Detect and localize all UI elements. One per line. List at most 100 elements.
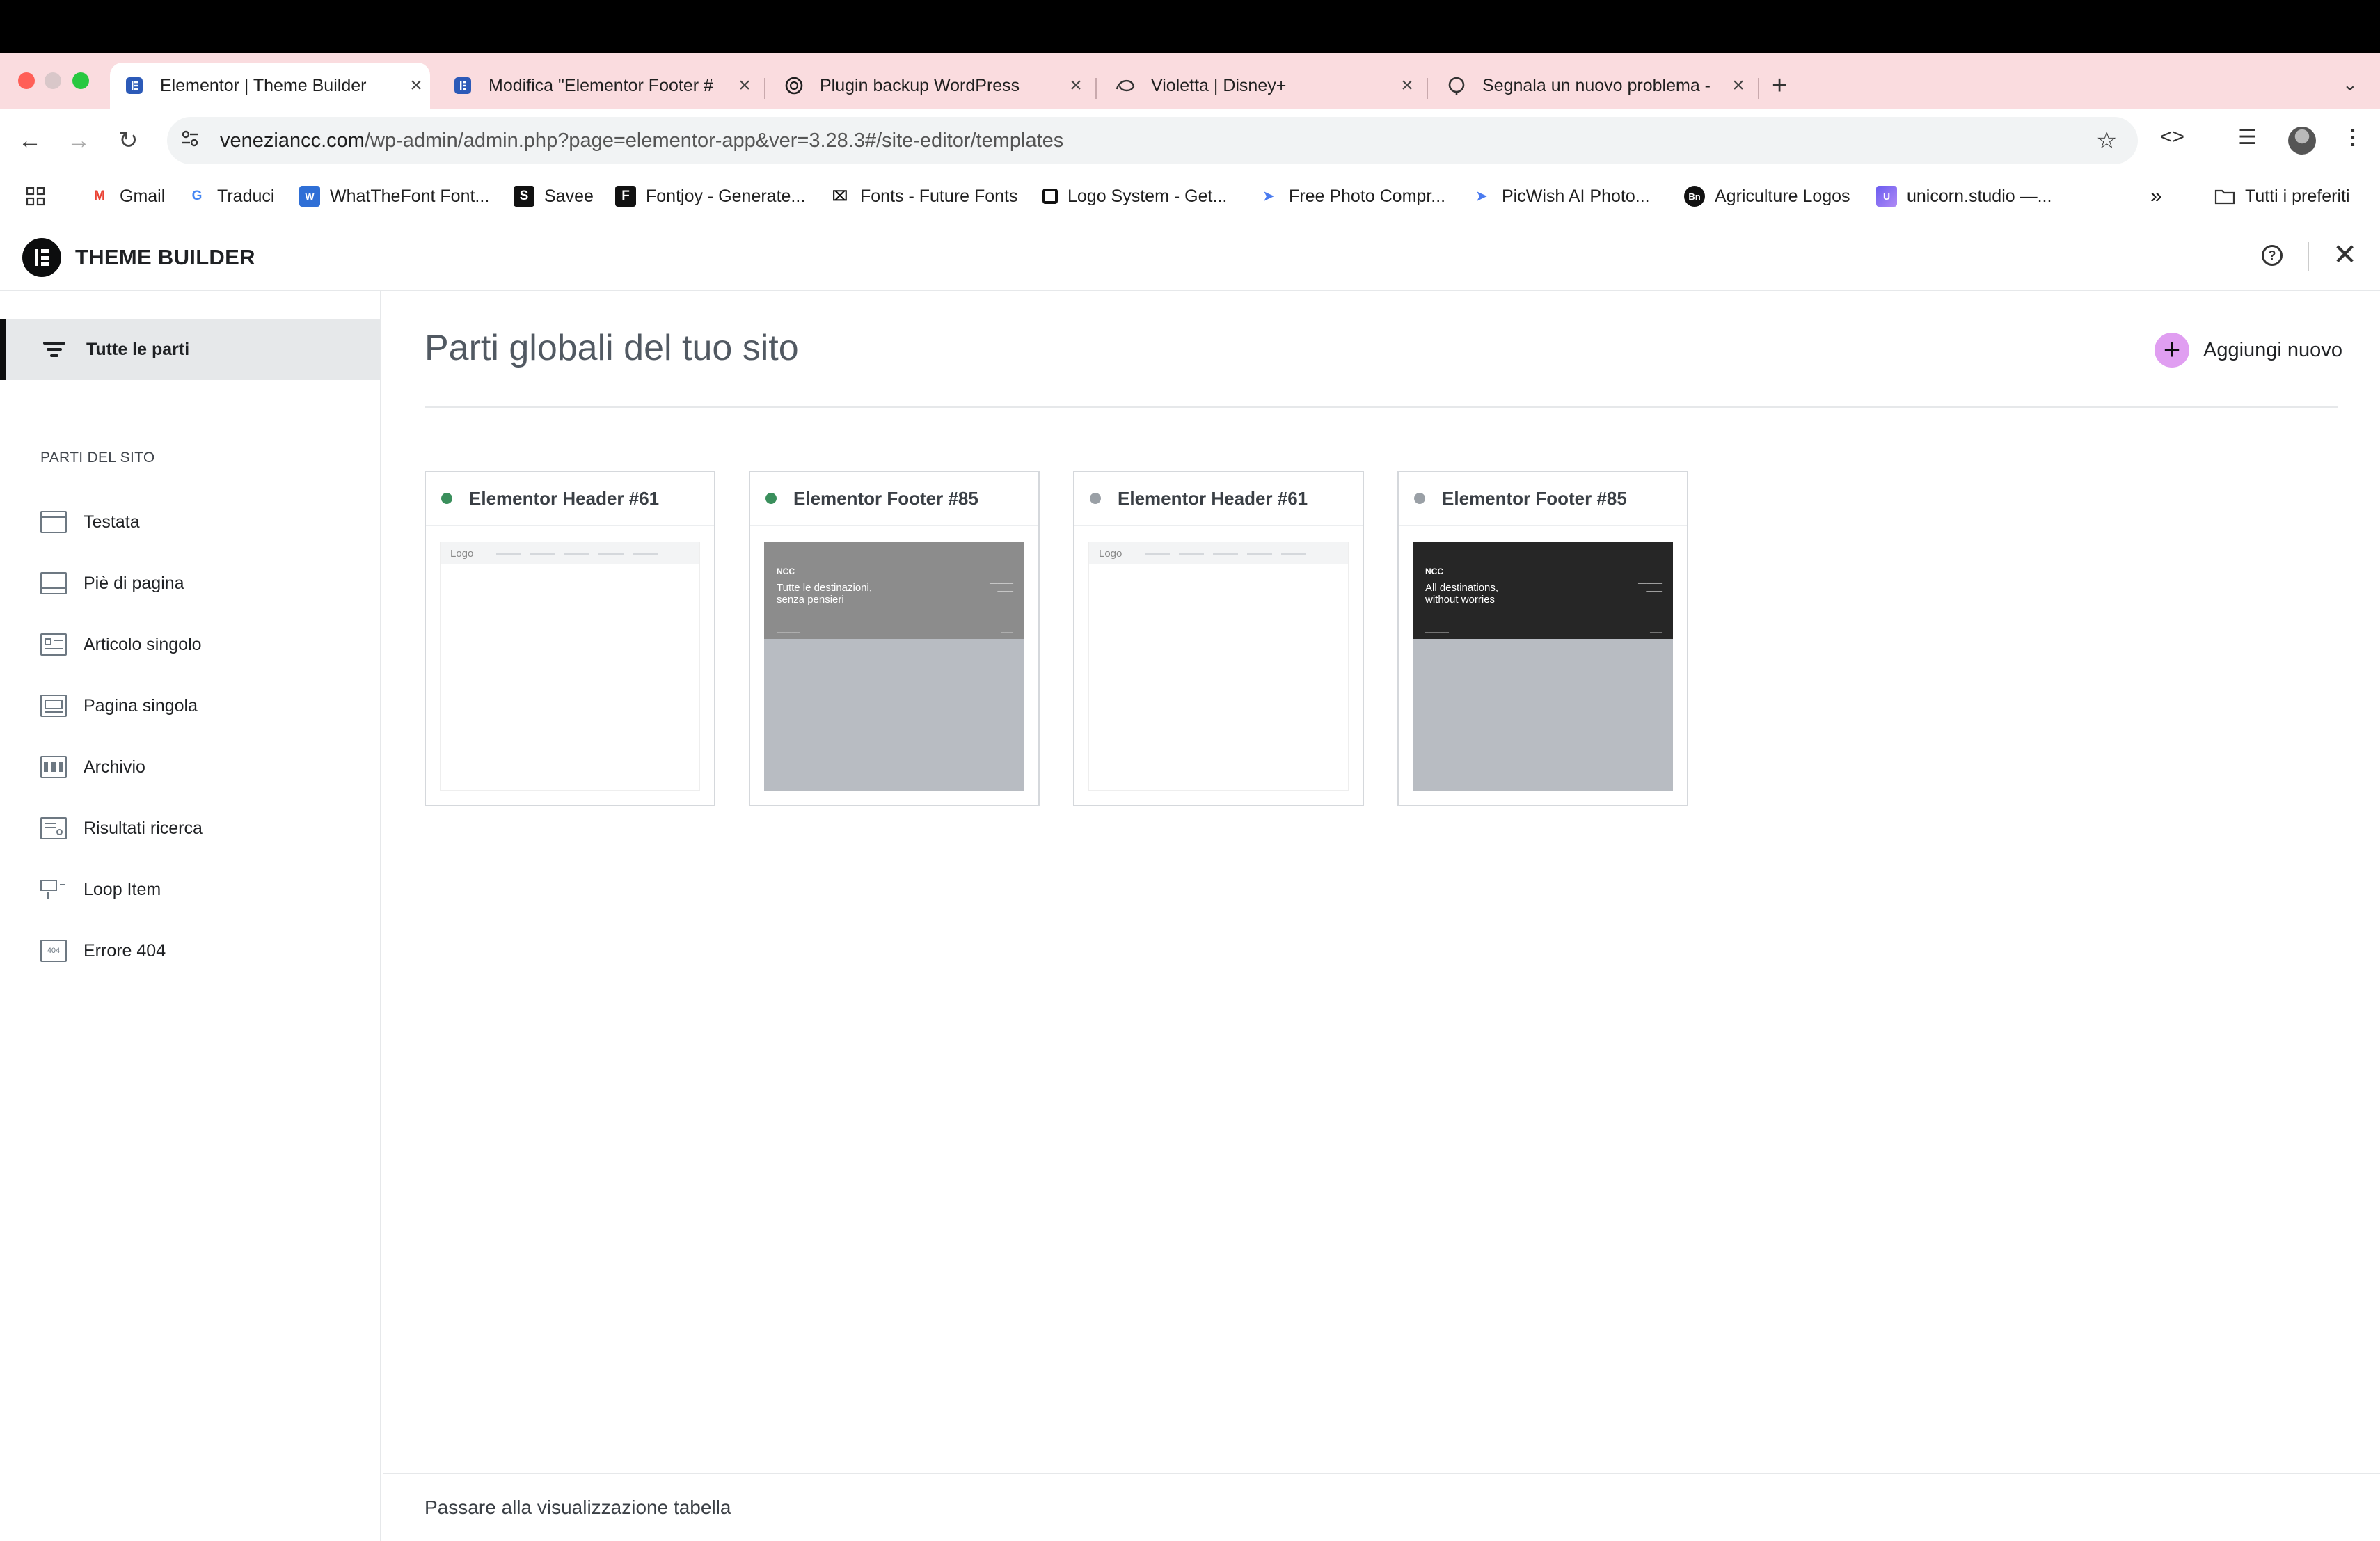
photo-compressor-icon: ➤	[1263, 189, 1274, 204]
card-thumbnail[interactable]: NCC Tutte le destinazioni, senza pensieri…	[764, 542, 1024, 791]
browser-tab-active[interactable]: Elementor | Theme Builder ×	[110, 63, 430, 109]
bookmark-item[interactable]: M Gmail	[89, 182, 165, 210]
sidebar-item-label: Tutte le parti	[86, 339, 190, 359]
profile-avatar[interactable]	[2288, 127, 2316, 155]
reload-icon[interactable]: ↻	[118, 125, 138, 156]
browser-tab[interactable]: Violetta | Disney+ ×	[1101, 63, 1421, 109]
bookmark-item[interactable]: G Traduci	[187, 182, 275, 210]
bookmark-item[interactable]: W WhatTheFont Font...	[299, 182, 489, 210]
template-card[interactable]: Elementor Header #61 Logo	[425, 471, 715, 806]
address-bar[interactable]: veneziancc.com/wp-admin/admin.php?page=e…	[167, 117, 2138, 164]
fontjoy-icon: F	[615, 186, 636, 207]
back-arrow-icon[interactable]: ←	[18, 125, 42, 156]
app-title: THEME BUILDER	[75, 245, 255, 269]
bookmark-item[interactable]: ⌧ Fonts - Future Fonts	[830, 182, 1017, 210]
thumb-logo-text: Logo	[450, 547, 474, 560]
card-title: Elementor Footer #85	[793, 487, 978, 509]
sidebar-item-label: Testata	[84, 512, 140, 532]
bookmarks-overflow-icon[interactable]: »	[2150, 182, 2162, 210]
window-maximize-button[interactable]	[72, 72, 89, 89]
thumb-tagline: without worries	[1425, 594, 1496, 606]
browser-tab[interactable]: Segnala un nuovo problema - ×	[1432, 63, 1752, 109]
close-icon[interactable]: ×	[1062, 74, 1090, 97]
close-icon[interactable]: ×	[1393, 74, 1421, 97]
template-card[interactable]: Elementor Footer #85 NCC Tutte le destin…	[749, 471, 1040, 806]
logosystem-icon	[1042, 189, 1058, 204]
sidebar-item-label: Archivio	[84, 757, 145, 777]
card-header: Elementor Footer #85	[750, 472, 1038, 526]
sidebar-item-label: Loop Item	[84, 879, 161, 899]
status-dot-active	[441, 493, 452, 504]
media-control-icon[interactable]: ☰	[2238, 125, 2257, 150]
browser-tab[interactable]: Modifica "Elementor Footer # ×	[438, 63, 759, 109]
browser-tab-strip: Elementor | Theme Builder × Modifica "El…	[0, 53, 2380, 109]
bookmark-item[interactable]: ➤ PicWish AI Photo...	[1471, 182, 1650, 210]
sidebar-item-footer[interactable]: Piè di pagina	[40, 568, 184, 599]
sidebar-item-label: Piè di pagina	[84, 573, 184, 593]
sidebar-item-single-page[interactable]: Pagina singola	[40, 690, 198, 721]
switch-to-table-view-link[interactable]: Passare alla visualizzazione tabella	[425, 1496, 731, 1519]
close-icon[interactable]: ×	[731, 74, 759, 97]
tab-search-chevron-icon[interactable]: ⌄	[2342, 74, 2358, 95]
browser-tab[interactable]: Plugin backup WordPress ×	[770, 63, 1090, 109]
bookmark-item[interactable]: Logo System - Get...	[1042, 182, 1227, 210]
bookmark-label: Gmail	[120, 186, 166, 206]
thumb-logo-text: Logo	[1099, 547, 1122, 560]
search-results-icon	[40, 817, 67, 839]
sidebar-item-loop-item[interactable]: Loop Item	[40, 874, 161, 905]
bookmark-item[interactable]: Uunicorn.studio —...	[1876, 182, 2052, 210]
sidebar-item-single-post[interactable]: Articolo singolo	[40, 629, 202, 660]
card-header: Elementor Footer #85	[1399, 472, 1687, 526]
bookmark-item[interactable]: ➤ Free Photo Compr...	[1258, 182, 1445, 210]
bookmark-item[interactable]: Bn Agriculture Logos	[1684, 182, 1850, 210]
sidebar-item-label: Articolo singolo	[84, 634, 202, 654]
card-thumbnail[interactable]: NCC All destinations, without worries ───…	[1413, 542, 1673, 791]
footer-layout-icon	[40, 572, 67, 594]
close-icon[interactable]: ×	[1724, 74, 1752, 97]
theme-builder-header: THEME BUILDER ? ✕	[0, 221, 2380, 291]
new-tab-button[interactable]: +	[1772, 72, 1787, 99]
sidebar-item-archive[interactable]: Archivio	[40, 752, 145, 782]
template-card[interactable]: Elementor Footer #85 NCC All destination…	[1397, 471, 1688, 806]
window-close-button[interactable]	[18, 72, 35, 89]
translate-icon: G	[191, 189, 203, 203]
sidebar-item-search-results[interactable]: Risultati ricerca	[40, 813, 203, 844]
tab-title: Segnala un nuovo problema -	[1482, 75, 1711, 95]
card-title: Elementor Header #61	[1118, 487, 1308, 509]
single-page-icon	[40, 695, 67, 717]
close-icon[interactable]: ×	[402, 74, 430, 97]
sidebar-item-404[interactable]: 404 Errore 404	[40, 935, 166, 966]
window-minimize-button[interactable]	[45, 72, 61, 89]
bookmark-label: Free Photo Compr...	[1289, 186, 1446, 206]
sidebar-item-all-parts[interactable]: Tutte le parti	[0, 319, 380, 380]
close-icon[interactable]: ✕	[2333, 238, 2357, 271]
add-new-button[interactable]: + Aggiungi nuovo	[2155, 333, 2342, 368]
disney-plus-icon	[1115, 75, 1136, 96]
all-bookmarks-label: Tutti i preferiti	[2245, 186, 2350, 206]
apps-grid-icon[interactable]	[25, 182, 46, 210]
code-icon[interactable]: <>	[2160, 125, 2184, 149]
savee-icon: S	[514, 186, 534, 207]
card-thumbnail[interactable]: Logo	[440, 542, 700, 791]
card-thumbnail[interactable]: Logo	[1088, 542, 1349, 791]
help-icon[interactable]: ?	[2262, 245, 2283, 266]
browser-menu-icon[interactable]: ⋮	[2342, 125, 2363, 150]
url-text[interactable]: veneziancc.com/wp-admin/admin.php?page=e…	[220, 129, 2096, 152]
archive-icon	[40, 756, 67, 778]
bookmarks-bar: M Gmail G Traduci W WhatTheFont Font... S Sa…	[0, 173, 2380, 221]
bookmark-item[interactable]: F Fontjoy - Generate...	[615, 182, 805, 210]
thumb-footer-lines: ──────── ────	[777, 631, 1013, 635]
forward-arrow-icon[interactable]: →	[67, 125, 90, 156]
whatthefont-icon: W	[299, 186, 320, 207]
add-new-label: Aggiungi nuovo	[2203, 338, 2342, 361]
bookmark-item[interactable]: S Savee	[514, 182, 594, 210]
tab-separator	[1758, 78, 1759, 99]
title-divider	[425, 406, 2338, 408]
sidebar-item-header[interactable]: Testata	[40, 507, 140, 537]
header-divider	[2308, 242, 2309, 271]
card-header: Elementor Header #61	[426, 472, 714, 526]
site-settings-icon[interactable]	[180, 128, 205, 154]
all-bookmarks-folder[interactable]: Tutti i preferiti	[2214, 182, 2350, 210]
template-card[interactable]: Elementor Header #61 Logo	[1073, 471, 1364, 806]
bookmark-star-icon[interactable]: ☆	[2096, 127, 2138, 155]
